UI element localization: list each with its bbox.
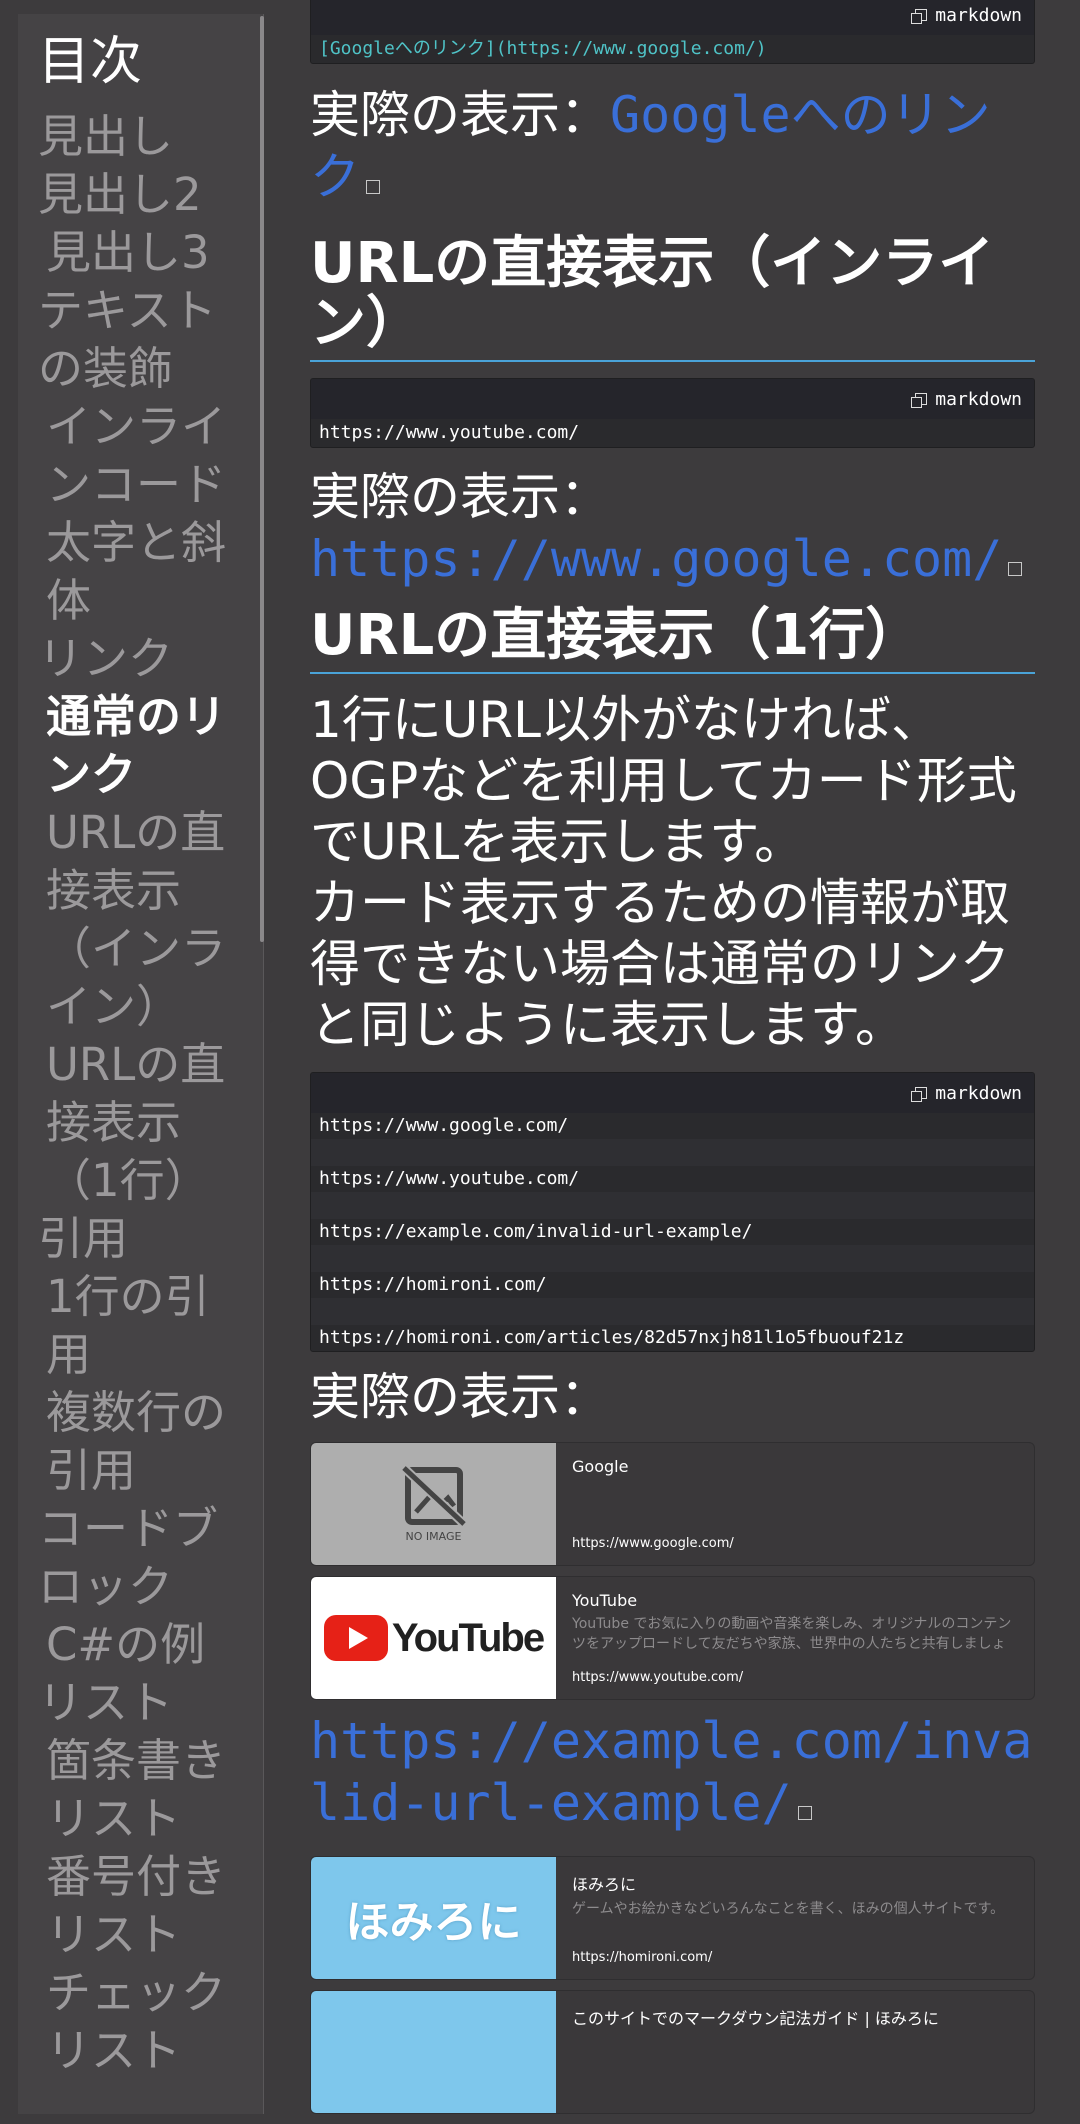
toc-item[interactable]: 箇条書きリスト	[38, 1732, 243, 1848]
card-url: https://www.google.com/	[572, 1536, 734, 1551]
rendered-example: 実際の表示：Googleへのリンク	[310, 84, 1035, 208]
no-image-icon	[401, 1465, 466, 1526]
code-header: markdown	[311, 0, 1034, 35]
external-link-icon	[797, 1806, 812, 1820]
code-block-oneline-url: markdown https://www.google.com/https://…	[310, 1072, 1035, 1352]
no-image-label: NO IMAGE	[405, 1529, 462, 1543]
copy-icon[interactable]	[911, 1087, 928, 1102]
link-card[interactable]: このサイトでのマークダウン記法ガイド | ほみろに	[310, 1990, 1035, 2114]
code-header: markdown	[311, 1073, 1034, 1113]
toc-item[interactable]: 通常のリンク	[38, 688, 243, 804]
toc-item[interactable]: テキストの装飾	[38, 282, 243, 398]
code-language: markdown	[935, 1082, 1022, 1104]
toc-item[interactable]: C#の例	[38, 1616, 243, 1674]
toc-item[interactable]: 番号付きリスト	[38, 1848, 243, 1964]
section-paragraph: 1行にURL以外がなければ、OGPなどを利用してカード形式でURLを表示します。…	[310, 691, 1017, 1054]
code-block-link: markdown [Googleへのリンク](https://www.googl…	[310, 0, 1035, 64]
code-body: [Googleへのリンク](https://www.google.com/)	[311, 35, 1034, 63]
toc-item[interactable]: 見出し	[38, 108, 243, 166]
toc-title: 目次	[38, 32, 143, 92]
code-line: https://www.google.com/	[319, 1115, 569, 1136]
toc-item[interactable]: URLの直接表示（1行）	[38, 1036, 243, 1210]
section-heading-oneline-url: URLの直接表示（1行）	[310, 606, 1035, 674]
code-line: https://www.youtube.com/	[319, 1168, 580, 1189]
card-url: https://www.youtube.com/	[572, 1670, 744, 1685]
code-line	[311, 1245, 1034, 1272]
table-of-contents: 目次 見出し 見出し2 見出し3 テキストの装飾 インラインコード 太字と斜体 リンク 通常の…	[18, 14, 264, 2114]
link-card-list: ほみろに ほみろに ゲームやお絵かきなどいろんなことを書く、ほみの個人サイトです。 h…	[310, 1856, 1035, 2114]
rendered-label: 実際の表示：	[310, 468, 610, 526]
code-line: https://www.youtube.com/	[319, 422, 580, 443]
toc-item[interactable]: インラインコード	[38, 398, 243, 514]
code-line: https://example.com/invalid-url-example/	[319, 1221, 753, 1242]
homironi-logo: ほみろに	[345, 1897, 522, 1948]
toc-item[interactable]: コードブロック	[38, 1500, 243, 1616]
external-link-icon	[366, 180, 380, 194]
code-line: [Googleへのリンク](https://www.google.com/)	[319, 38, 767, 59]
copy-icon[interactable]	[911, 9, 928, 24]
toc-item[interactable]: 見出し3	[38, 224, 243, 282]
link-card[interactable]: NO IMAGE Google https://www.google.com/	[310, 1442, 1035, 1566]
code-line	[311, 1298, 1034, 1325]
toc-item[interactable]: 見出し2	[38, 166, 243, 224]
invalid-url-link[interactable]: https://example.com/invalid-url-example/	[310, 1712, 1032, 1832]
card-thumbnail: YouTube	[311, 1577, 556, 1699]
inline-url-link[interactable]: https://www.google.com/	[310, 530, 1002, 588]
card-description: ゲームやお絵かきなどいろんなことを書く、ほみの個人サイトです。	[572, 1901, 1005, 1917]
rendered-label: 実際の表示：	[310, 86, 610, 144]
card-thumbnail	[311, 1991, 556, 2113]
code-language: markdown	[935, 388, 1022, 410]
card-body: Google https://www.google.com/	[556, 1443, 1034, 1565]
rendered-example: https://example.com/invalid-url-example/	[310, 1710, 1035, 1834]
link-card[interactable]: YouTube YouTube YouTube でお気に入りの動画や音楽を楽しみ、オ…	[310, 1576, 1035, 1700]
youtube-logo-icon	[323, 1615, 388, 1661]
code-line	[311, 1192, 1034, 1219]
link-card-list: NO IMAGE Google https://www.google.com/You…	[310, 1442, 1035, 1700]
toc-item[interactable]: 太字と斜体	[38, 514, 243, 630]
toc-item[interactable]: リンク	[38, 630, 243, 688]
code-line: https://homironi.com/	[319, 1274, 547, 1295]
rendered-example: 実際の表示： https://www.google.com/	[310, 466, 1035, 590]
code-body: https://www.youtube.com/	[311, 419, 1034, 447]
card-body: ほみろにゲームやお絵かきなどいろんなことを書く、ほみの個人サイトです。 https…	[556, 1857, 1034, 1979]
code-language: markdown	[935, 4, 1022, 26]
toc-list: 見出し 見出し2 見出し3 テキストの装飾 インラインコード 太字と斜体 リンク 通常のリンク…	[38, 108, 243, 2080]
card-description: YouTube でお気に入りの動画や音楽を楽しみ、オリジナルのコンテンツをアップ…	[572, 1616, 1012, 1652]
card-body: YouTube YouTube でお気に入りの動画や音楽を楽しみ、オリジナルのコン…	[556, 1577, 1034, 1699]
toc-item[interactable]: 引用	[38, 1210, 243, 1268]
card-title: YouTube	[572, 1591, 638, 1610]
toc-item[interactable]: URLの直接表示（インライン）	[38, 804, 243, 1036]
card-title: Google	[572, 1457, 629, 1476]
link-card[interactable]: ほみろに ほみろに ゲームやお絵かきなどいろんなことを書く、ほみの個人サイトです。 h…	[310, 1856, 1035, 1980]
code-line: https://homironi.com/articles/82d57nxjh8…	[319, 1327, 905, 1348]
article-content: markdown [Googleへのリンク](https://www.googl…	[310, 0, 1035, 2124]
toc-item[interactable]: 1行の引用	[38, 1268, 243, 1384]
copy-icon[interactable]	[911, 393, 928, 408]
toc-scrollbar[interactable]	[260, 16, 264, 942]
code-header: markdown	[311, 379, 1034, 419]
card-body: このサイトでのマークダウン記法ガイド | ほみろに	[556, 1991, 1034, 2113]
code-line	[311, 1139, 1034, 1166]
toc-item[interactable]: リスト	[38, 1674, 243, 1732]
card-thumbnail: ほみろに	[311, 1857, 556, 1979]
toc-item[interactable]: 複数行の引用	[38, 1384, 243, 1500]
code-body: https://www.google.com/https://www.youtu…	[311, 1113, 1034, 1351]
rendered-label: 実際の表示：	[310, 1368, 610, 1426]
code-block-inline-url: markdown https://www.youtube.com/	[310, 378, 1035, 448]
card-title: このサイトでのマークダウン記法ガイド | ほみろに	[572, 2009, 939, 2028]
external-link-icon	[1008, 562, 1023, 576]
card-thumbnail: NO IMAGE	[311, 1443, 556, 1565]
section-heading-inline-url: URLの直接表示（インライン）	[310, 234, 1035, 362]
card-url: https://homironi.com/	[572, 1950, 713, 1965]
toc-item[interactable]: チェックリスト	[38, 1964, 243, 2080]
youtube-wordmark: YouTube	[391, 1615, 545, 1660]
card-title: ほみろに	[572, 1875, 637, 1894]
